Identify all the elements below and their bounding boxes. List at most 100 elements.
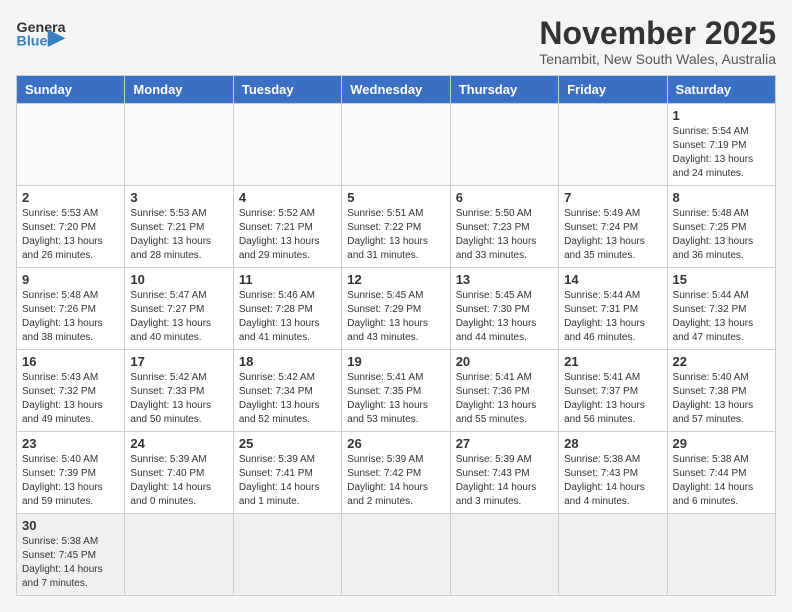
calendar-cell: [125, 514, 233, 596]
day-info: Sunrise: 5:53 AM Sunset: 7:21 PM Dayligh…: [130, 207, 227, 263]
day-number: 5: [347, 190, 444, 205]
day-info: Sunrise: 5:40 AM Sunset: 7:38 PM Dayligh…: [673, 371, 770, 427]
day-number: 25: [239, 436, 336, 451]
svg-text:Blue: Blue: [17, 33, 48, 49]
calendar-cell: [125, 104, 233, 186]
day-number: 15: [673, 272, 770, 287]
calendar-cell: 25 Sunrise: 5:39 AM Sunset: 7:41 PM Dayli…: [233, 432, 341, 514]
day-header-tuesday: Tuesday: [233, 76, 341, 104]
day-number: 7: [564, 190, 661, 205]
day-info: Sunrise: 5:54 AM Sunset: 7:19 PM Dayligh…: [673, 125, 770, 181]
day-info: Sunrise: 5:45 AM Sunset: 7:29 PM Dayligh…: [347, 289, 444, 345]
calendar-week-row: 1 Sunrise: 5:54 AM Sunset: 7:19 PM Daylig…: [17, 104, 776, 186]
calendar-cell: [17, 104, 125, 186]
day-number: 6: [456, 190, 553, 205]
day-info: Sunrise: 5:46 AM Sunset: 7:28 PM Dayligh…: [239, 289, 336, 345]
calendar-cell: [342, 104, 450, 186]
title-area: November 2025 Tenambit, New South Wales,…: [539, 16, 776, 67]
day-header-friday: Friday: [559, 76, 667, 104]
calendar-cell: 26 Sunrise: 5:39 AM Sunset: 7:42 PM Dayli…: [342, 432, 450, 514]
day-number: 12: [347, 272, 444, 287]
day-number: 21: [564, 354, 661, 369]
calendar-cell: [342, 514, 450, 596]
calendar-cell: 22 Sunrise: 5:40 AM Sunset: 7:38 PM Dayli…: [667, 350, 775, 432]
day-number: 1: [673, 108, 770, 123]
calendar-cell: [233, 104, 341, 186]
day-header-wednesday: Wednesday: [342, 76, 450, 104]
calendar: SundayMondayTuesdayWednesdayThursdayFrid…: [16, 75, 776, 596]
location: Tenambit, New South Wales, Australia: [539, 51, 776, 67]
day-info: Sunrise: 5:48 AM Sunset: 7:26 PM Dayligh…: [22, 289, 119, 345]
day-number: 28: [564, 436, 661, 451]
calendar-cell: 4 Sunrise: 5:52 AM Sunset: 7:21 PM Daylig…: [233, 186, 341, 268]
day-info: Sunrise: 5:50 AM Sunset: 7:23 PM Dayligh…: [456, 207, 553, 263]
day-info: Sunrise: 5:39 AM Sunset: 7:41 PM Dayligh…: [239, 453, 336, 509]
day-number: 23: [22, 436, 119, 451]
day-info: Sunrise: 5:47 AM Sunset: 7:27 PM Dayligh…: [130, 289, 227, 345]
day-info: Sunrise: 5:51 AM Sunset: 7:22 PM Dayligh…: [347, 207, 444, 263]
day-number: 27: [456, 436, 553, 451]
day-number: 18: [239, 354, 336, 369]
day-info: Sunrise: 5:53 AM Sunset: 7:20 PM Dayligh…: [22, 207, 119, 263]
day-info: Sunrise: 5:38 AM Sunset: 7:44 PM Dayligh…: [673, 453, 770, 509]
calendar-cell: 30Sunrise: 5:38 AM Sunset: 7:45 PM Dayli…: [17, 514, 125, 596]
calendar-cell: 23Sunrise: 5:40 AM Sunset: 7:39 PM Dayli…: [17, 432, 125, 514]
day-info: Sunrise: 5:39 AM Sunset: 7:43 PM Dayligh…: [456, 453, 553, 509]
day-info: Sunrise: 5:43 AM Sunset: 7:32 PM Dayligh…: [22, 371, 119, 427]
day-info: Sunrise: 5:39 AM Sunset: 7:42 PM Dayligh…: [347, 453, 444, 509]
day-info: Sunrise: 5:38 AM Sunset: 7:43 PM Dayligh…: [564, 453, 661, 509]
calendar-cell: 1 Sunrise: 5:54 AM Sunset: 7:19 PM Daylig…: [667, 104, 775, 186]
calendar-cell: 29 Sunrise: 5:38 AM Sunset: 7:44 PM Dayli…: [667, 432, 775, 514]
calendar-cell: 9 Sunrise: 5:48 AM Sunset: 7:26 PM Daylig…: [17, 268, 125, 350]
calendar-cell: 15 Sunrise: 5:44 AM Sunset: 7:32 PM Dayli…: [667, 268, 775, 350]
day-info: Sunrise: 5:41 AM Sunset: 7:35 PM Dayligh…: [347, 371, 444, 427]
calendar-cell: 2Sunrise: 5:53 AM Sunset: 7:20 PM Daylig…: [17, 186, 125, 268]
calendar-cell: 14Sunrise: 5:44 AM Sunset: 7:31 PM Dayli…: [559, 268, 667, 350]
calendar-cell: [233, 514, 341, 596]
day-info: Sunrise: 5:49 AM Sunset: 7:24 PM Dayligh…: [564, 207, 661, 263]
logo: General Blue: [16, 16, 66, 56]
day-info: Sunrise: 5:45 AM Sunset: 7:30 PM Dayligh…: [456, 289, 553, 345]
day-info: Sunrise: 5:48 AM Sunset: 7:25 PM Dayligh…: [673, 207, 770, 263]
calendar-cell: [667, 514, 775, 596]
day-header-sunday: Sunday: [17, 76, 125, 104]
calendar-week-row: 9 Sunrise: 5:48 AM Sunset: 7:26 PM Daylig…: [17, 268, 776, 350]
logo-icon: General Blue: [16, 16, 66, 56]
calendar-cell: 20Sunrise: 5:41 AM Sunset: 7:36 PM Dayli…: [450, 350, 558, 432]
calendar-week-row: 2Sunrise: 5:53 AM Sunset: 7:20 PM Daylig…: [17, 186, 776, 268]
day-number: 9: [22, 272, 119, 287]
calendar-cell: 7 Sunrise: 5:49 AM Sunset: 7:24 PM Daylig…: [559, 186, 667, 268]
day-number: 4: [239, 190, 336, 205]
day-number: 3: [130, 190, 227, 205]
calendar-cell: 18Sunrise: 5:42 AM Sunset: 7:34 PM Dayli…: [233, 350, 341, 432]
calendar-cell: 3 Sunrise: 5:53 AM Sunset: 7:21 PM Daylig…: [125, 186, 233, 268]
calendar-cell: 6 Sunrise: 5:50 AM Sunset: 7:23 PM Daylig…: [450, 186, 558, 268]
calendar-week-row: 16Sunrise: 5:43 AM Sunset: 7:32 PM Dayli…: [17, 350, 776, 432]
calendar-cell: 24Sunrise: 5:39 AM Sunset: 7:40 PM Dayli…: [125, 432, 233, 514]
day-number: 10: [130, 272, 227, 287]
day-info: Sunrise: 5:52 AM Sunset: 7:21 PM Dayligh…: [239, 207, 336, 263]
calendar-cell: 13 Sunrise: 5:45 AM Sunset: 7:30 PM Dayli…: [450, 268, 558, 350]
calendar-cell: 11Sunrise: 5:46 AM Sunset: 7:28 PM Dayli…: [233, 268, 341, 350]
header: General Blue November 2025 Tenambit, New…: [16, 16, 776, 67]
day-info: Sunrise: 5:44 AM Sunset: 7:31 PM Dayligh…: [564, 289, 661, 345]
calendar-cell: [450, 514, 558, 596]
day-header-saturday: Saturday: [667, 76, 775, 104]
calendar-cell: [450, 104, 558, 186]
day-number: 13: [456, 272, 553, 287]
day-number: 8: [673, 190, 770, 205]
calendar-cell: [559, 514, 667, 596]
day-number: 20: [456, 354, 553, 369]
day-info: Sunrise: 5:41 AM Sunset: 7:37 PM Dayligh…: [564, 371, 661, 427]
day-info: Sunrise: 5:44 AM Sunset: 7:32 PM Dayligh…: [673, 289, 770, 345]
month-title: November 2025: [539, 16, 776, 51]
calendar-header-row: SundayMondayTuesdayWednesdayThursdayFrid…: [17, 76, 776, 104]
day-number: 29: [673, 436, 770, 451]
day-number: 24: [130, 436, 227, 451]
day-number: 17: [130, 354, 227, 369]
day-number: 22: [673, 354, 770, 369]
day-header-thursday: Thursday: [450, 76, 558, 104]
day-header-monday: Monday: [125, 76, 233, 104]
day-number: 26: [347, 436, 444, 451]
day-number: 30: [22, 518, 119, 533]
